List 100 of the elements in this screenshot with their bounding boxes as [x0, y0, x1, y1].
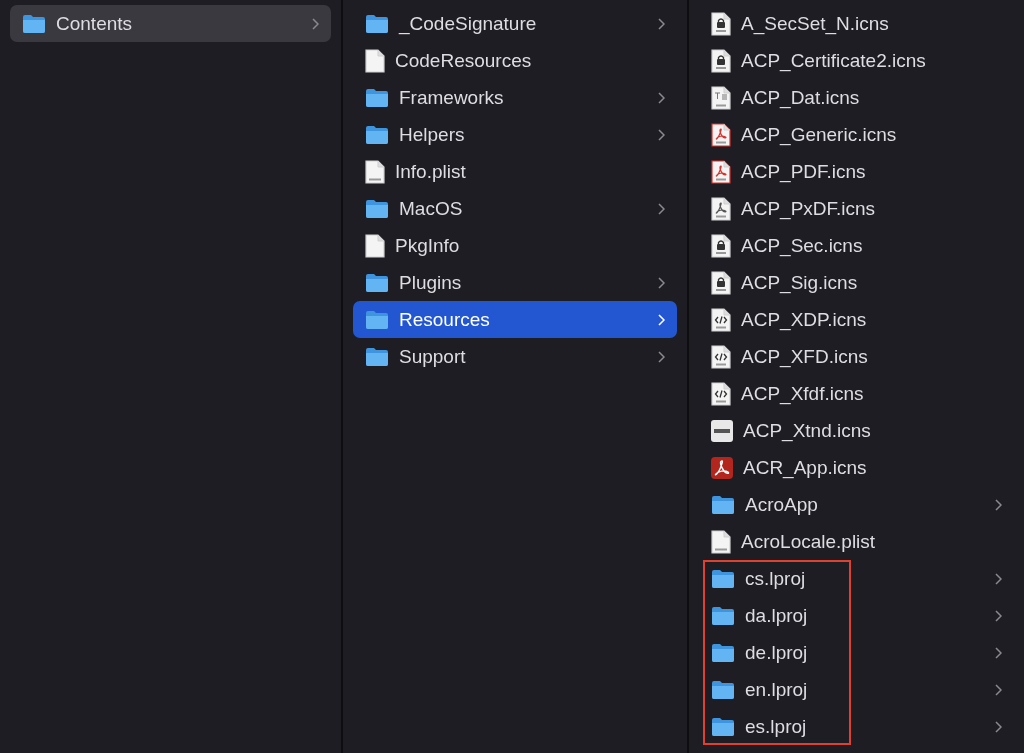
folder-icon [365, 87, 389, 108]
file-row[interactable]: ACP_Xfdf.icns [699, 375, 1014, 412]
chevron-icon [995, 498, 1002, 511]
file-row[interactable]: Plugins [353, 264, 677, 301]
chevron-icon [658, 128, 665, 141]
file-name: MacOS [399, 197, 464, 220]
file-row[interactable]: ACP_Sig.icns [699, 264, 1014, 301]
file-name: de.lproj [745, 641, 809, 664]
folder-icon [365, 309, 389, 330]
folder-icon [365, 346, 389, 367]
folder-icon [711, 679, 735, 700]
locked-document-icon [711, 11, 731, 36]
folder-icon [365, 13, 389, 34]
pdf-document-icon [711, 196, 731, 221]
chevron-icon [658, 202, 665, 215]
file-name: es.lproj [745, 715, 808, 738]
file-row[interactable]: cs.lproj [699, 560, 1014, 597]
file-name: cs.lproj [745, 567, 807, 590]
file-row[interactable]: A_SecSet_N.icns [699, 5, 1014, 42]
file-row[interactable]: Helpers [353, 116, 677, 153]
code-document-icon [711, 344, 731, 369]
file-row[interactable]: en.lproj [699, 671, 1014, 708]
file-row[interactable]: ACP_PDF.icns [699, 153, 1014, 190]
file-row[interactable]: ACP_Certificate2.icns [699, 42, 1014, 79]
folder-icon [365, 198, 389, 219]
file-name: PkgInfo [395, 234, 461, 257]
file-row[interactable]: AcroLocale.plist [699, 523, 1014, 560]
folder-icon [711, 494, 735, 515]
chevron-icon [658, 17, 665, 30]
file-row[interactable]: de.lproj [699, 634, 1014, 671]
file-name: AcroLocale.plist [741, 530, 877, 553]
file-name: ACP_Generic.icns [741, 123, 898, 146]
file-name: ACP_Dat.icns [741, 86, 861, 109]
file-name: ACP_XDP.icns [741, 308, 868, 331]
file-row[interactable]: Info.plist [353, 153, 677, 190]
code-document-icon [711, 381, 731, 406]
file-row[interactable]: ACP_Generic.icns [699, 116, 1014, 153]
file-row[interactable]: AcroApp [699, 486, 1014, 523]
folder-icon [22, 13, 46, 34]
file-name: CodeResources [395, 49, 533, 72]
file-name: Plugins [399, 271, 463, 294]
extension-icon [711, 419, 733, 442]
chevron-icon [658, 313, 665, 326]
folder-icon [711, 716, 735, 737]
chevron-icon [658, 276, 665, 289]
code-document-icon [711, 307, 731, 332]
file-name: Helpers [399, 123, 466, 146]
file-row[interactable]: Frameworks [353, 79, 677, 116]
file-row[interactable]: ACP_Dat.icns [699, 79, 1014, 116]
file-name: ACP_Sig.icns [741, 271, 859, 294]
file-row[interactable]: Support [353, 338, 677, 375]
file-name: Contents [56, 12, 134, 35]
file-name: Frameworks [399, 86, 505, 109]
chevron-icon [658, 91, 665, 104]
file-name: ACP_XFD.icns [741, 345, 869, 368]
chevron-icon [995, 572, 1002, 585]
folder-icon [711, 642, 735, 663]
acrobat-app-icon [711, 456, 733, 479]
pdf-document-icon [711, 122, 731, 147]
file-row[interactable]: MacOS [353, 190, 677, 227]
file-name: Resources [399, 308, 491, 331]
file-name: en.lproj [745, 678, 809, 701]
file-name: _CodeSignature [399, 12, 538, 35]
file-row[interactable]: ACP_XFD.icns [699, 338, 1014, 375]
file-row[interactable]: da.lproj [699, 597, 1014, 634]
file-name: ACP_PxDF.icns [741, 197, 877, 220]
folder-icon [365, 272, 389, 293]
chevron-icon [995, 683, 1002, 696]
file-row[interactable]: Resources [353, 301, 677, 338]
file-name: ACP_Sec.icns [741, 234, 864, 257]
plist-document-icon [365, 159, 385, 184]
file-row[interactable]: _CodeSignature [353, 5, 677, 42]
file-row[interactable]: ACP_Xtnd.icns [699, 412, 1014, 449]
file-name: AcroApp [745, 493, 819, 516]
file-name: ACR_App.icns [743, 456, 868, 479]
chevron-icon [995, 609, 1002, 622]
file-row[interactable]: CodeResources [353, 42, 677, 79]
folder-icon [711, 605, 735, 626]
chevron-icon [312, 17, 319, 30]
file-name: ACP_Xfdf.icns [741, 382, 865, 405]
folder-icon [711, 568, 735, 589]
chevron-icon [658, 350, 665, 363]
chevron-icon [995, 646, 1002, 659]
file-row[interactable]: PkgInfo [353, 227, 677, 264]
locked-document-icon [711, 233, 731, 258]
file-row[interactable]: ACP_XDP.icns [699, 301, 1014, 338]
pdf-document-icon [711, 159, 731, 184]
file-row[interactable]: es.lproj [699, 708, 1014, 745]
file-row[interactable]: ACP_Sec.icns [699, 227, 1014, 264]
chevron-icon [995, 720, 1002, 733]
file-row[interactable]: Contents [10, 5, 331, 42]
file-name: ACP_Xtnd.icns [743, 419, 872, 442]
text-document-icon [711, 85, 731, 110]
file-row[interactable]: ACR_App.icns [699, 449, 1014, 486]
folder-icon [365, 124, 389, 145]
file-name: da.lproj [745, 604, 809, 627]
file-name: Info.plist [395, 160, 467, 183]
file-row[interactable]: ACP_PxDF.icns [699, 190, 1014, 227]
file-name: A_SecSet_N.icns [741, 12, 890, 35]
plist-document-icon [711, 529, 731, 554]
